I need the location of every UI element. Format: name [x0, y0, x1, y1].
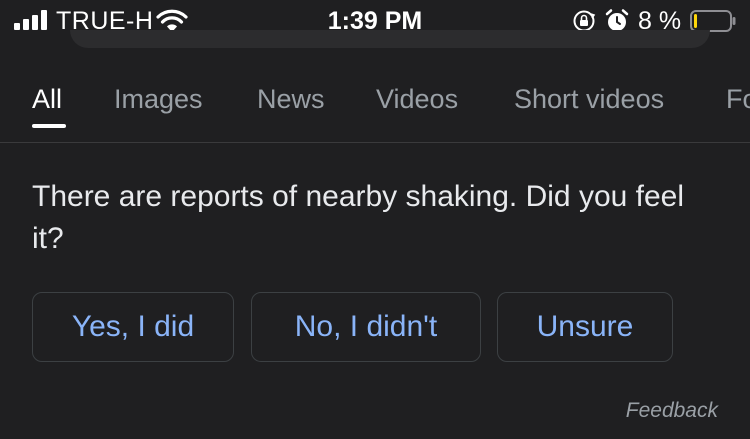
tab-short-videos[interactable]: Short videos: [514, 84, 664, 115]
search-bar-edge[interactable]: [70, 30, 710, 48]
search-tabs: All Images News Videos Short videos Fo: [0, 70, 750, 143]
feedback-link[interactable]: Feedback: [626, 399, 718, 423]
tab-forums[interactable]: Fo: [726, 84, 750, 115]
tab-images[interactable]: Images: [114, 84, 203, 115]
battery-icon: [690, 10, 736, 32]
tab-news[interactable]: News: [257, 84, 325, 115]
tab-all[interactable]: All: [32, 84, 62, 115]
shaking-question: There are reports of nearby shaking. Did…: [32, 180, 685, 255]
active-tab-indicator: [32, 124, 66, 128]
tab-videos[interactable]: Videos: [376, 84, 458, 115]
unsure-button[interactable]: Unsure: [497, 292, 673, 362]
no-button[interactable]: No, I didn't: [251, 292, 481, 362]
screen: TRUE-H 1:39 PM 8 % All Images News Video…: [0, 0, 750, 439]
yes-button[interactable]: Yes, I did: [32, 292, 234, 362]
